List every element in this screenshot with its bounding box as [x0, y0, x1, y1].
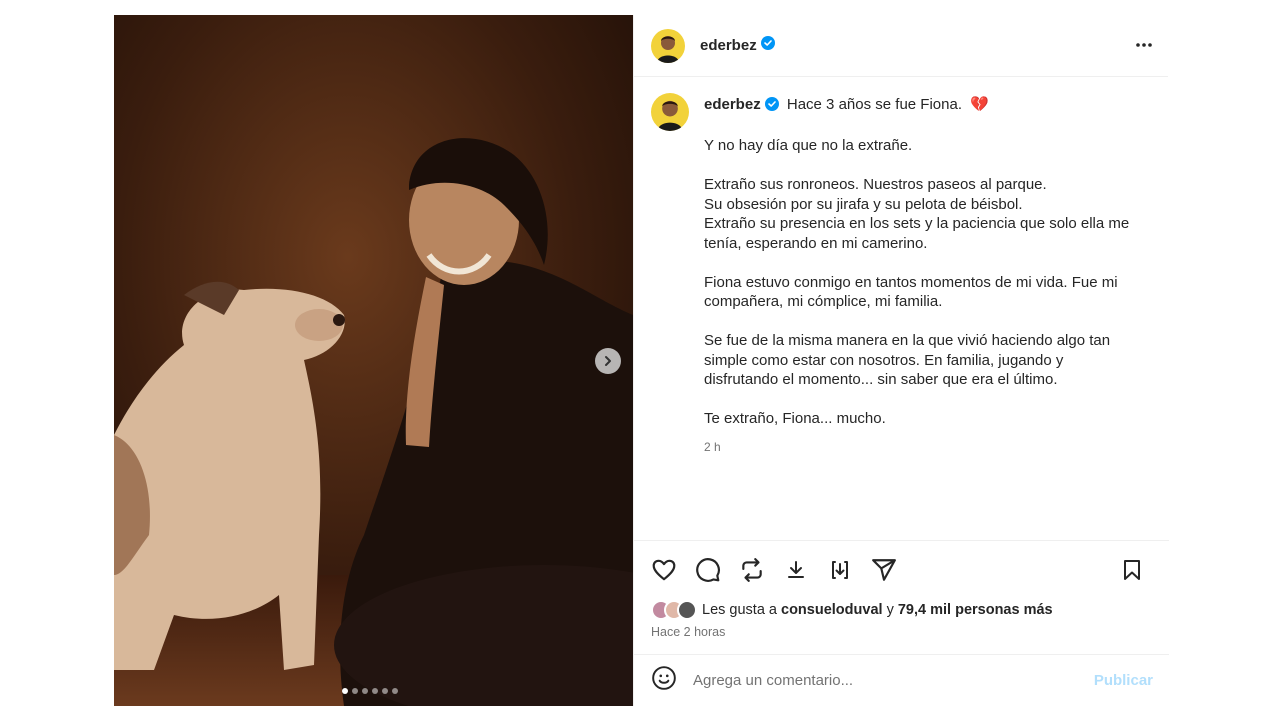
post-card: ederbez ederbez Hace 3 años se fue Fiona… [114, 15, 1169, 706]
post-media[interactable] [114, 15, 633, 706]
carousel-dot [382, 688, 388, 694]
carousel-dot [352, 688, 358, 694]
more-horizontal-icon [1136, 43, 1152, 47]
emoji-icon [652, 666, 676, 690]
caption-username[interactable]: ederbez [704, 96, 761, 113]
post-caption: ederbez Hace 3 años se fue Fiona. 💔 Y no… [651, 93, 1141, 457]
caption-timestamp[interactable]: 2 h [704, 438, 1129, 458]
comment-bar: Publicar [634, 654, 1169, 706]
caption-author-avatar[interactable] [651, 93, 689, 131]
repost-icon [742, 558, 762, 582]
author-avatar[interactable] [651, 28, 685, 63]
carousel-indicator [342, 688, 398, 694]
post-header: ederbez [634, 15, 1168, 77]
carousel-dot [362, 688, 368, 694]
avatar-portrait-icon [657, 100, 683, 131]
carousel-dot [372, 688, 378, 694]
publish-button[interactable]: Publicar [1094, 672, 1153, 689]
caption-paragraph: Se fue de la misma manera en la que vivi… [704, 332, 1111, 388]
carousel-dot [342, 688, 348, 694]
more-options-button[interactable] [1134, 35, 1154, 60]
likes-prefix: Les gusta a [702, 602, 777, 618]
comment-input[interactable] [693, 672, 1073, 689]
verified-badge-icon [764, 97, 779, 117]
author-username[interactable]: ederbez [700, 37, 757, 54]
heart-icon [652, 559, 676, 581]
comment-button[interactable] [695, 557, 721, 583]
caption-emoji: 💔 [970, 96, 989, 113]
caption-paragraph: Fiona estuvo conmigo en tantos momentos … [704, 273, 1118, 311]
comment-icon [696, 558, 720, 582]
liker-avatar [677, 600, 697, 620]
caption-first-line: Hace 3 años se fue Fiona. [786, 96, 962, 113]
avatar-portrait-icon [657, 35, 679, 63]
action-icons [651, 557, 897, 583]
likes-connector: y [886, 602, 894, 618]
verified-badge-icon [760, 36, 775, 55]
post-side-panel: ederbez ederbez Hace 3 años se fue Fiona… [633, 15, 1169, 706]
likes-others[interactable]: 79,4 mil personas más [898, 602, 1053, 618]
share-alt-icon [832, 561, 848, 579]
post-timestamp[interactable]: Hace 2 horas [651, 625, 725, 639]
likes-user[interactable]: consueloduval [781, 602, 883, 618]
share-alt-button[interactable] [827, 557, 853, 583]
save-button[interactable] [1119, 557, 1145, 583]
emoji-button[interactable] [651, 665, 677, 696]
caption-paragraph: Extraño sus ronroneos. Nuestros paseos a… [704, 176, 1130, 252]
likes-text[interactable]: Les gusta a consueloduval y 79,4 mil per… [702, 602, 1053, 618]
carousel-next-button[interactable] [595, 348, 621, 374]
post-photo [114, 15, 633, 706]
send-button[interactable] [871, 557, 897, 583]
caption-paragraph: Y no hay día que no la extrañe. [704, 137, 913, 154]
download-button[interactable] [783, 557, 809, 583]
action-section: Les gusta a consueloduval y 79,4 mil per… [634, 540, 1169, 654]
like-button[interactable] [651, 557, 677, 583]
caption-paragraph: Te extraño, Fiona... mucho. [704, 410, 886, 427]
bookmark-icon [1124, 560, 1140, 580]
carousel-dot [392, 688, 398, 694]
download-icon [788, 561, 804, 578]
send-icon [872, 559, 896, 581]
repost-button[interactable] [739, 557, 765, 583]
likes-summary: Les gusta a consueloduval y 79,4 mil per… [651, 600, 1053, 620]
chevron-right-icon [605, 356, 611, 366]
caption-body: ederbez Hace 3 años se fue Fiona. 💔 Y no… [704, 95, 1129, 457]
